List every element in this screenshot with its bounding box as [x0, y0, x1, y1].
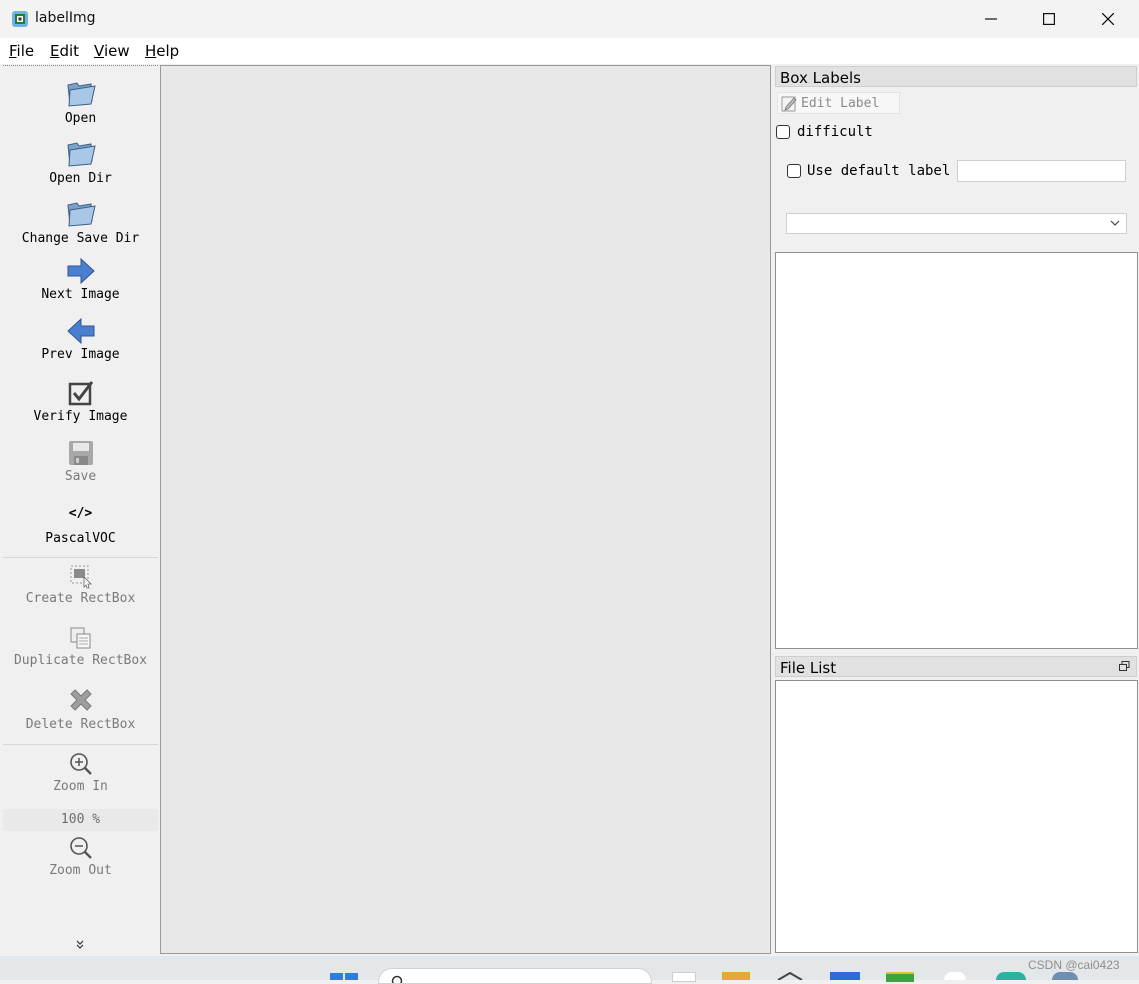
search-box[interactable]: [378, 968, 652, 984]
create-rectbox-button[interactable]: Create RectBox: [3, 563, 158, 606]
menu-view-rest: iew: [103, 42, 130, 60]
edit-label-button[interactable]: Edit Label: [777, 92, 900, 114]
menu-view[interactable]: View: [94, 42, 130, 60]
label-combo-box[interactable]: [786, 213, 1127, 234]
maximize-button[interactable]: [1020, 0, 1078, 37]
change-save-dir-button[interactable]: Change Save Dir: [3, 197, 158, 246]
toolbar-extension-icon[interactable]: [75, 940, 85, 950]
menu-view-mnemonic: V: [94, 42, 104, 60]
box-app-icon[interactable]: [776, 972, 804, 980]
open-button[interactable]: Open: [3, 77, 158, 126]
prev-image-label: Prev Image: [41, 347, 120, 362]
app-blue-icon[interactable]: [830, 972, 860, 980]
toolbar-separator: [3, 557, 158, 558]
tools-toolbar: Open Open Dir Change Save Dir Next Image…: [3, 65, 158, 953]
duplicate-rectbox-label: Duplicate RectBox: [13, 653, 148, 668]
arrow-right-icon: [67, 257, 95, 285]
use-default-label-checkbox[interactable]: [787, 164, 801, 178]
windows-start-icon[interactable]: [330, 972, 358, 980]
create-rect-icon: [70, 565, 92, 589]
minimize-icon: [985, 17, 997, 20]
difficult-label: difficult: [797, 124, 873, 140]
checkbox-checked-icon: [68, 381, 93, 406]
minimize-button[interactable]: [962, 0, 1020, 37]
open-dir-button[interactable]: Open Dir: [3, 137, 158, 186]
zoom-out-button[interactable]: Zoom Out: [3, 835, 158, 878]
menu-file[interactable]: File: [9, 42, 34, 60]
title-bar: labelImg: [0, 0, 1139, 38]
open-label: Open: [64, 111, 97, 126]
watermark: CSDN @cai0423: [1028, 958, 1120, 972]
format-button[interactable]: </> PascalVOC: [3, 503, 158, 546]
save-label: Save: [64, 469, 97, 484]
close-button[interactable]: [1079, 0, 1137, 37]
menu-help-rest: elp: [156, 42, 180, 60]
file-list[interactable]: [775, 680, 1138, 953]
copy-icon: [70, 627, 90, 649]
change-save-dir-label: Change Save Dir: [21, 231, 140, 246]
browser-icon[interactable]: [944, 972, 966, 980]
app-green-icon[interactable]: [886, 972, 914, 982]
folder-open-icon: [66, 142, 96, 167]
zoom-out-icon: [69, 837, 92, 859]
arrow-left-icon: [66, 317, 94, 345]
file-explorer-icon[interactable]: [722, 972, 750, 980]
menu-help[interactable]: Help: [145, 42, 179, 60]
floppy-disk-icon: [68, 441, 93, 465]
edit-label-text: Edit Label: [801, 96, 880, 111]
window-title: labelImg: [35, 10, 96, 26]
save-button[interactable]: Save: [3, 439, 158, 484]
app-shield-icon[interactable]: [1052, 972, 1078, 980]
difficult-checkbox[interactable]: [776, 125, 790, 139]
delete-x-icon: [69, 689, 92, 711]
zoom-in-button[interactable]: Zoom In: [3, 751, 158, 794]
image-canvas[interactable]: [160, 65, 771, 954]
code-icon: </>: [68, 506, 93, 521]
open-dir-label: Open Dir: [49, 171, 112, 186]
search-icon: [391, 975, 403, 983]
format-label: PascalVOC: [45, 531, 116, 546]
toolbar-grip[interactable]: [3, 65, 158, 68]
zoom-in-label: Zoom In: [53, 779, 108, 794]
delete-rectbox-label: Delete RectBox: [25, 717, 136, 732]
box-labels-title: Box Labels: [780, 69, 861, 87]
float-window-icon[interactable]: [1119, 661, 1130, 672]
delete-rectbox-button[interactable]: Delete RectBox: [3, 685, 158, 732]
folder-open-icon: [66, 202, 96, 227]
prev-image-button[interactable]: Prev Image: [3, 317, 158, 362]
folder-open-icon: [66, 82, 96, 107]
zoom-out-label: Zoom Out: [49, 863, 112, 878]
verify-image-label: Verify Image: [33, 409, 128, 424]
app-icon: [12, 11, 28, 27]
verify-image-button[interactable]: Verify Image: [3, 379, 158, 424]
zoom-in-icon: [69, 753, 92, 775]
task-view-icon[interactable]: [672, 972, 696, 982]
label-list[interactable]: [775, 252, 1138, 649]
default-label-input[interactable]: [957, 160, 1126, 182]
next-image-button[interactable]: Next Image: [3, 257, 158, 302]
menu-edit[interactable]: Edit: [50, 42, 79, 60]
edit-icon: [781, 96, 797, 112]
chevron-down-icon: [1110, 220, 1120, 226]
app-teal-icon[interactable]: [996, 972, 1026, 980]
taskbar: [0, 956, 1139, 984]
menu-file-mnemonic: F: [9, 42, 17, 60]
file-list-title: File List: [780, 659, 837, 677]
create-rectbox-label: Create RectBox: [25, 591, 136, 606]
use-default-label-label: Use default label: [807, 163, 951, 179]
menu-edit-rest: dit: [59, 42, 80, 60]
close-icon: [1102, 12, 1114, 25]
menu-help-mnemonic: H: [145, 42, 157, 60]
box-labels-dock-title: Box Labels: [775, 66, 1137, 87]
zoom-value: 100 %: [60, 812, 101, 827]
maximize-icon: [1043, 12, 1055, 25]
next-image-label: Next Image: [41, 287, 120, 302]
toolbar-separator: [3, 744, 158, 745]
menu-bar: File Edit View Help: [0, 38, 1139, 64]
duplicate-rectbox-button[interactable]: Duplicate RectBox: [3, 625, 158, 668]
menu-file-rest: ile: [16, 42, 35, 60]
file-list-dock-title: File List: [775, 656, 1137, 677]
